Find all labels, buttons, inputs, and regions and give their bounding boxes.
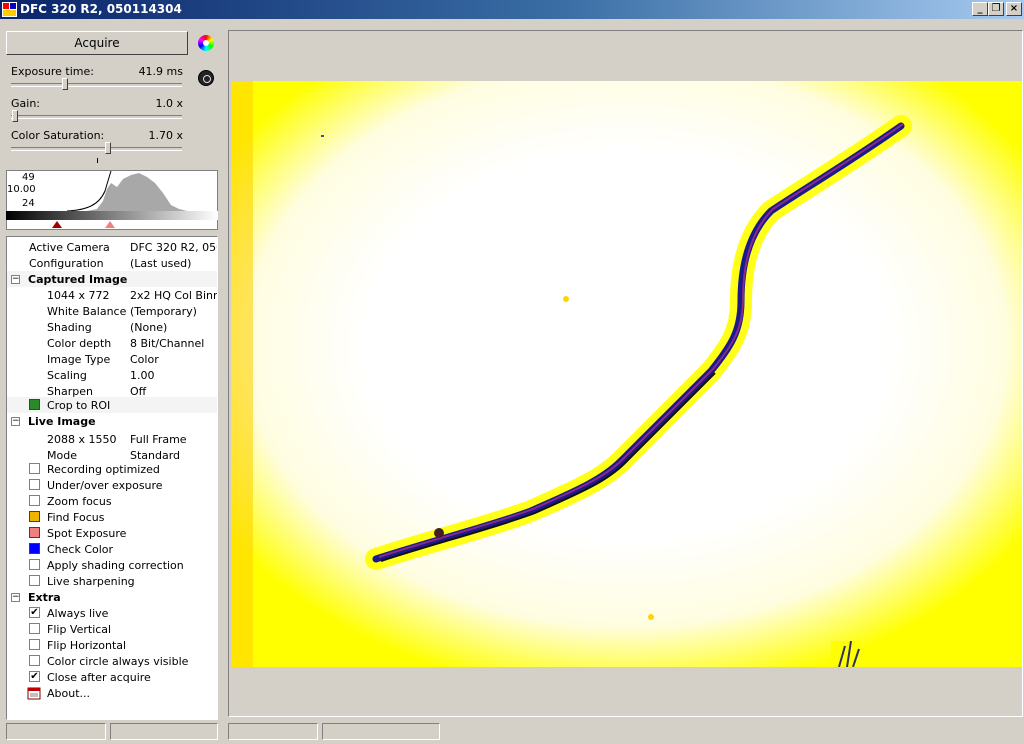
black-point-marker[interactable]	[52, 221, 62, 228]
exposure-slider-thumb[interactable]	[62, 78, 68, 90]
under-over-exposure-checkbox[interactable]	[29, 479, 40, 490]
crop-to-roi-row[interactable]: Crop to ROI	[7, 397, 217, 413]
specimen-image	[231, 81, 1022, 667]
captured-image-group[interactable]: − Captured Image	[7, 271, 217, 287]
saturation-value: 1.70 x	[148, 129, 184, 142]
exposure-label: Exposure time:	[11, 65, 94, 78]
live-sharpening-checkbox[interactable]	[29, 575, 40, 586]
restore-button[interactable]: ❐	[988, 2, 1004, 16]
configuration-row[interactable]: Configuration (Last used)	[7, 255, 217, 271]
histogram-label-top: 49	[22, 172, 35, 183]
gain-slider-thumb[interactable]	[12, 110, 18, 122]
properties-panel: Active Camera DFC 320 R2, 0501 Configura…	[6, 236, 218, 720]
flip-horizontal-row[interactable]: Flip Horizontal	[7, 637, 217, 653]
color-circle-visible-checkbox[interactable]	[29, 655, 40, 666]
spot-exposure-row[interactable]: Spot Exposure	[7, 525, 217, 541]
always-live-row[interactable]: ✔ Always live	[7, 605, 217, 621]
image-type-row[interactable]: Image Type Color	[7, 351, 217, 367]
under-over-exposure-row[interactable]: Under/over exposure	[7, 477, 217, 493]
crop-to-roi-swatch[interactable]	[29, 399, 40, 410]
window-title: DFC 320 R2, 050114304	[20, 2, 182, 16]
specimen-node	[434, 528, 444, 538]
extra-group[interactable]: − Extra	[7, 589, 217, 605]
live-resolution-row[interactable]: 2088 x 1550 Full Frame	[7, 431, 217, 447]
flip-vertical-checkbox[interactable]	[29, 623, 40, 634]
active-camera-row: Active Camera DFC 320 R2, 0501	[29, 241, 217, 254]
spot-exposure-swatch[interactable]	[29, 527, 40, 538]
exposure-value: 41.9 ms	[138, 65, 183, 78]
histogram-plot	[66, 171, 187, 211]
control-panel: Acquire Exposure time: 41.9 ms Gain: 1.0…	[0, 19, 224, 720]
recording-optimized-row[interactable]: Recording optimized	[7, 461, 217, 477]
status-panel-2	[110, 723, 218, 740]
apply-shading-correction-checkbox[interactable]	[29, 559, 40, 570]
about-icon	[27, 687, 41, 700]
color-circle-visible-row[interactable]: Color circle always visible	[7, 653, 217, 669]
image-viewport	[228, 30, 1023, 717]
collapse-icon[interactable]: −	[11, 593, 20, 602]
minimize-button[interactable]: _	[972, 2, 988, 16]
shading-row[interactable]: Shading (None)	[7, 319, 217, 335]
saturation-slider-track[interactable]	[11, 147, 182, 151]
aperture-icon[interactable]	[198, 70, 214, 86]
close-icon: ×	[1009, 3, 1019, 14]
gain-slider-track[interactable]	[11, 115, 182, 119]
close-after-acquire-checkbox[interactable]: ✔	[29, 671, 40, 682]
app-icon	[2, 2, 17, 17]
debris-speck	[321, 135, 324, 137]
recording-optimized-checkbox[interactable]	[29, 463, 40, 474]
close-after-acquire-row[interactable]: ✔ Close after acquire	[7, 669, 217, 685]
flip-horizontal-checkbox[interactable]	[29, 639, 40, 650]
title-bar: DFC 320 R2, 050114304 _ ❐ ×	[0, 0, 1024, 19]
white-balance-row[interactable]: White Balance (Temporary)	[7, 303, 217, 319]
grayscale-gradient-bar	[6, 211, 218, 220]
status-bar	[0, 720, 1024, 744]
minimize-icon: _	[977, 3, 983, 14]
exposure-slider-track[interactable]	[11, 83, 182, 87]
acquire-button[interactable]: Acquire	[6, 31, 188, 55]
histogram-label-bottom: 24	[22, 198, 35, 209]
check-color-row[interactable]: Check Color	[7, 541, 217, 557]
always-live-checkbox[interactable]: ✔	[29, 607, 40, 618]
debris-spot	[648, 614, 654, 620]
histogram-bars	[87, 173, 187, 211]
collapse-icon[interactable]: −	[11, 275, 20, 284]
collapse-icon[interactable]: −	[11, 417, 20, 426]
apply-shading-correction-row[interactable]: Apply shading correction	[7, 557, 217, 573]
about-row[interactable]: About...	[7, 685, 217, 701]
color-depth-row[interactable]: Color depth 8 Bit/Channel	[7, 335, 217, 351]
saturation-label: Color Saturation:	[11, 129, 105, 142]
zoom-focus-row[interactable]: Zoom focus	[7, 493, 217, 509]
scaling-row[interactable]: Scaling 1.00	[7, 367, 217, 383]
find-focus-row[interactable]: Find Focus	[7, 509, 217, 525]
saturation-tick	[97, 158, 98, 163]
gain-value: 1.0 x	[155, 97, 184, 110]
flip-vertical-row[interactable]: Flip Vertical	[7, 621, 217, 637]
histogram-label-mid: 10.00	[7, 184, 36, 195]
gain-label: Gain:	[11, 97, 40, 110]
restore-icon: ❐	[991, 3, 1001, 14]
status-panel-1	[6, 723, 106, 740]
image-illumination	[231, 81, 1022, 667]
status-panel-4	[322, 723, 440, 740]
image-left-edge	[231, 81, 253, 667]
saturation-slider-thumb[interactable]	[105, 142, 111, 154]
zoom-focus-checkbox[interactable]	[29, 495, 40, 506]
debris-spot	[563, 296, 569, 302]
captured-resolution-row[interactable]: 1044 x 772 2x2 HQ Col Binning	[7, 287, 217, 303]
status-panel-3	[228, 723, 318, 740]
find-focus-swatch[interactable]	[29, 511, 40, 522]
close-button[interactable]: ×	[1006, 2, 1022, 16]
check-color-swatch[interactable]	[29, 543, 40, 554]
color-wheel-icon[interactable]	[198, 35, 214, 51]
live-image-group[interactable]: − Live Image	[7, 413, 217, 429]
live-sharpening-row[interactable]: Live sharpening	[7, 573, 217, 589]
white-point-marker[interactable]	[105, 221, 115, 228]
live-image[interactable]	[231, 81, 1022, 667]
